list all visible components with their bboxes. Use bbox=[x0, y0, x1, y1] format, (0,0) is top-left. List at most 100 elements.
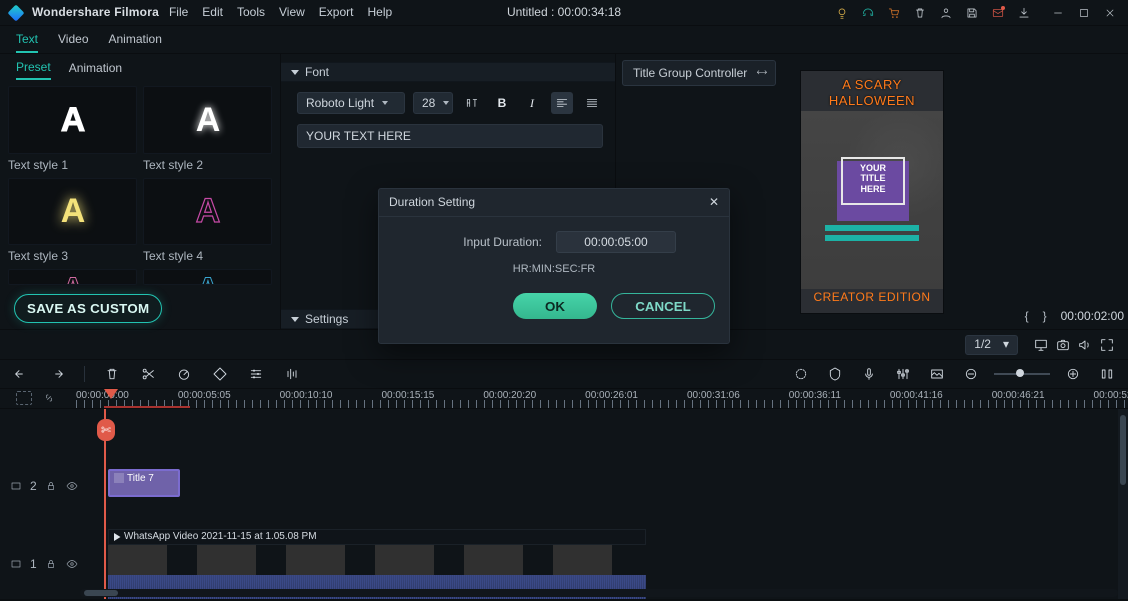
tab-text[interactable]: Text bbox=[16, 27, 38, 53]
preset-thumb[interactable]: A bbox=[8, 269, 137, 285]
visibility-icon[interactable] bbox=[65, 480, 79, 492]
monitor-icon[interactable] bbox=[1030, 334, 1052, 356]
tab-animation[interactable]: Animation bbox=[109, 27, 162, 51]
title-clip-label: Title 7 bbox=[127, 473, 154, 485]
crop-icon[interactable] bbox=[209, 363, 231, 385]
cut-icon[interactable] bbox=[137, 363, 159, 385]
font-size-value: 28 bbox=[422, 96, 435, 110]
marker-icon[interactable] bbox=[824, 363, 846, 385]
duration-label: Input Duration: bbox=[432, 235, 542, 249]
chevron-down-icon bbox=[291, 70, 299, 75]
trash-icon[interactable] bbox=[912, 5, 928, 21]
duration-format: HR:MIN:SEC:FR bbox=[513, 263, 596, 276]
delete-icon[interactable] bbox=[101, 363, 123, 385]
idea-icon[interactable] bbox=[834, 5, 850, 21]
subtab-animation[interactable]: Animation bbox=[69, 57, 122, 79]
brace-left[interactable]: { bbox=[1025, 309, 1029, 323]
render-icon[interactable] bbox=[790, 363, 812, 385]
window-minimize[interactable] bbox=[1050, 5, 1066, 21]
menu-export[interactable]: Export bbox=[319, 5, 354, 19]
brace-right[interactable]: } bbox=[1043, 309, 1047, 323]
record-voice-icon[interactable] bbox=[858, 363, 880, 385]
text-case-icon[interactable] bbox=[461, 92, 483, 114]
track-type-icon[interactable] bbox=[10, 558, 22, 570]
chevron-down-icon bbox=[291, 317, 299, 322]
font-family-select[interactable]: Roboto Light bbox=[297, 92, 405, 114]
page-select[interactable]: 1/2 ▾ bbox=[965, 335, 1018, 355]
message-icon[interactable] bbox=[990, 5, 1006, 21]
align-justify-icon[interactable] bbox=[581, 92, 603, 114]
support-icon[interactable] bbox=[860, 5, 876, 21]
menu-view[interactable]: View bbox=[279, 5, 305, 19]
cancel-button[interactable]: CANCEL bbox=[611, 293, 715, 319]
adjust-icon[interactable] bbox=[245, 363, 267, 385]
snapshot-icon[interactable] bbox=[1052, 334, 1074, 356]
text-content-input[interactable]: YOUR TEXT HERE bbox=[297, 124, 603, 148]
lock-icon[interactable] bbox=[45, 558, 57, 570]
timeline-vscroll[interactable] bbox=[1118, 409, 1128, 599]
italic-icon[interactable]: I bbox=[521, 92, 543, 114]
video-clip-thumbnails[interactable] bbox=[108, 545, 646, 575]
volume-icon[interactable] bbox=[1074, 334, 1096, 356]
window-maximize[interactable] bbox=[1076, 5, 1092, 21]
timeline-ruler[interactable]: 00:00:00:00 00:00:05:05 00:00:10:10 00:0… bbox=[0, 389, 1128, 409]
user-icon[interactable] bbox=[938, 5, 954, 21]
track-manager-icon[interactable] bbox=[16, 391, 32, 405]
menu-tools[interactable]: Tools bbox=[237, 5, 265, 19]
lock-icon[interactable] bbox=[45, 480, 57, 492]
preset-grid: A Text style 1 A Text style 2 A Text sty… bbox=[0, 82, 280, 287]
subtab-preset[interactable]: Preset bbox=[16, 56, 51, 80]
save-custom-row: SAVE AS CUSTOM bbox=[0, 287, 280, 329]
preset-thumb[interactable]: A bbox=[143, 269, 272, 285]
dialog-title: Duration Setting bbox=[389, 195, 475, 209]
titlebar: Wondershare Filmora File Edit Tools View… bbox=[0, 0, 1128, 26]
link-icon[interactable] bbox=[42, 391, 56, 405]
preset-thumb[interactable]: A Text style 2 bbox=[143, 86, 272, 172]
mixer-icon[interactable] bbox=[892, 363, 914, 385]
close-icon[interactable]: ✕ bbox=[709, 195, 719, 209]
ok-button[interactable]: OK bbox=[513, 293, 597, 319]
window-close[interactable] bbox=[1102, 5, 1118, 21]
font-size-select[interactable]: 28 bbox=[413, 92, 453, 114]
menu-help[interactable]: Help bbox=[367, 5, 392, 19]
zoom-slider[interactable] bbox=[994, 373, 1050, 375]
save-icon[interactable] bbox=[964, 5, 980, 21]
cart-icon[interactable] bbox=[886, 5, 902, 21]
media-icon[interactable] bbox=[926, 363, 948, 385]
save-as-custom-button[interactable]: SAVE AS CUSTOM bbox=[14, 294, 162, 323]
preview-mid-text: YOUR TITLE HERE bbox=[841, 163, 905, 195]
menu-file[interactable]: File bbox=[169, 5, 188, 19]
in-out-range bbox=[104, 406, 190, 408]
timeline-hscroll[interactable] bbox=[80, 589, 1118, 597]
audio-eq-icon[interactable] bbox=[281, 363, 303, 385]
visibility-icon[interactable] bbox=[65, 558, 79, 570]
bold-icon[interactable]: B bbox=[491, 92, 513, 114]
tab-video[interactable]: Video bbox=[58, 27, 88, 51]
preset-thumb[interactable]: A Text style 3 bbox=[8, 178, 137, 264]
svg-text:A: A bbox=[60, 101, 85, 139]
split-handle-icon[interactable]: ✄ bbox=[97, 419, 115, 441]
duration-input[interactable]: 00:00:05:00 bbox=[556, 231, 676, 253]
redo-icon[interactable] bbox=[46, 363, 68, 385]
download-icon[interactable] bbox=[1016, 5, 1032, 21]
svg-text:A: A bbox=[197, 272, 219, 284]
track-type-icon[interactable] bbox=[10, 480, 22, 492]
video-clip-name: WhatsApp Video 2021-11-15 at 1.05.08 PM bbox=[124, 531, 317, 543]
svg-text:A: A bbox=[62, 272, 84, 284]
zoom-in-icon[interactable] bbox=[1062, 363, 1084, 385]
chevron-down-icon: ▾ bbox=[1003, 337, 1009, 351]
font-section-body: Roboto Light 28 B I YOUR TEXT HERE bbox=[281, 82, 615, 154]
align-left-icon[interactable] bbox=[551, 92, 573, 114]
menu-edit[interactable]: Edit bbox=[202, 5, 223, 19]
preset-thumb[interactable]: A Text style 1 bbox=[8, 86, 137, 172]
speed-icon[interactable] bbox=[173, 363, 195, 385]
title-clip[interactable]: Title 7 bbox=[108, 469, 180, 497]
font-section-header[interactable]: Font bbox=[281, 62, 615, 82]
zoom-out-icon[interactable] bbox=[960, 363, 982, 385]
video-clip-header[interactable]: WhatsApp Video 2021-11-15 at 1.05.08 PM bbox=[108, 529, 646, 545]
fullscreen-icon[interactable] bbox=[1096, 334, 1118, 356]
preset-thumb[interactable]: A Text style 4 bbox=[143, 178, 272, 264]
svg-text:A: A bbox=[60, 192, 85, 230]
fit-timeline-icon[interactable] bbox=[1096, 363, 1118, 385]
undo-icon[interactable] bbox=[10, 363, 32, 385]
